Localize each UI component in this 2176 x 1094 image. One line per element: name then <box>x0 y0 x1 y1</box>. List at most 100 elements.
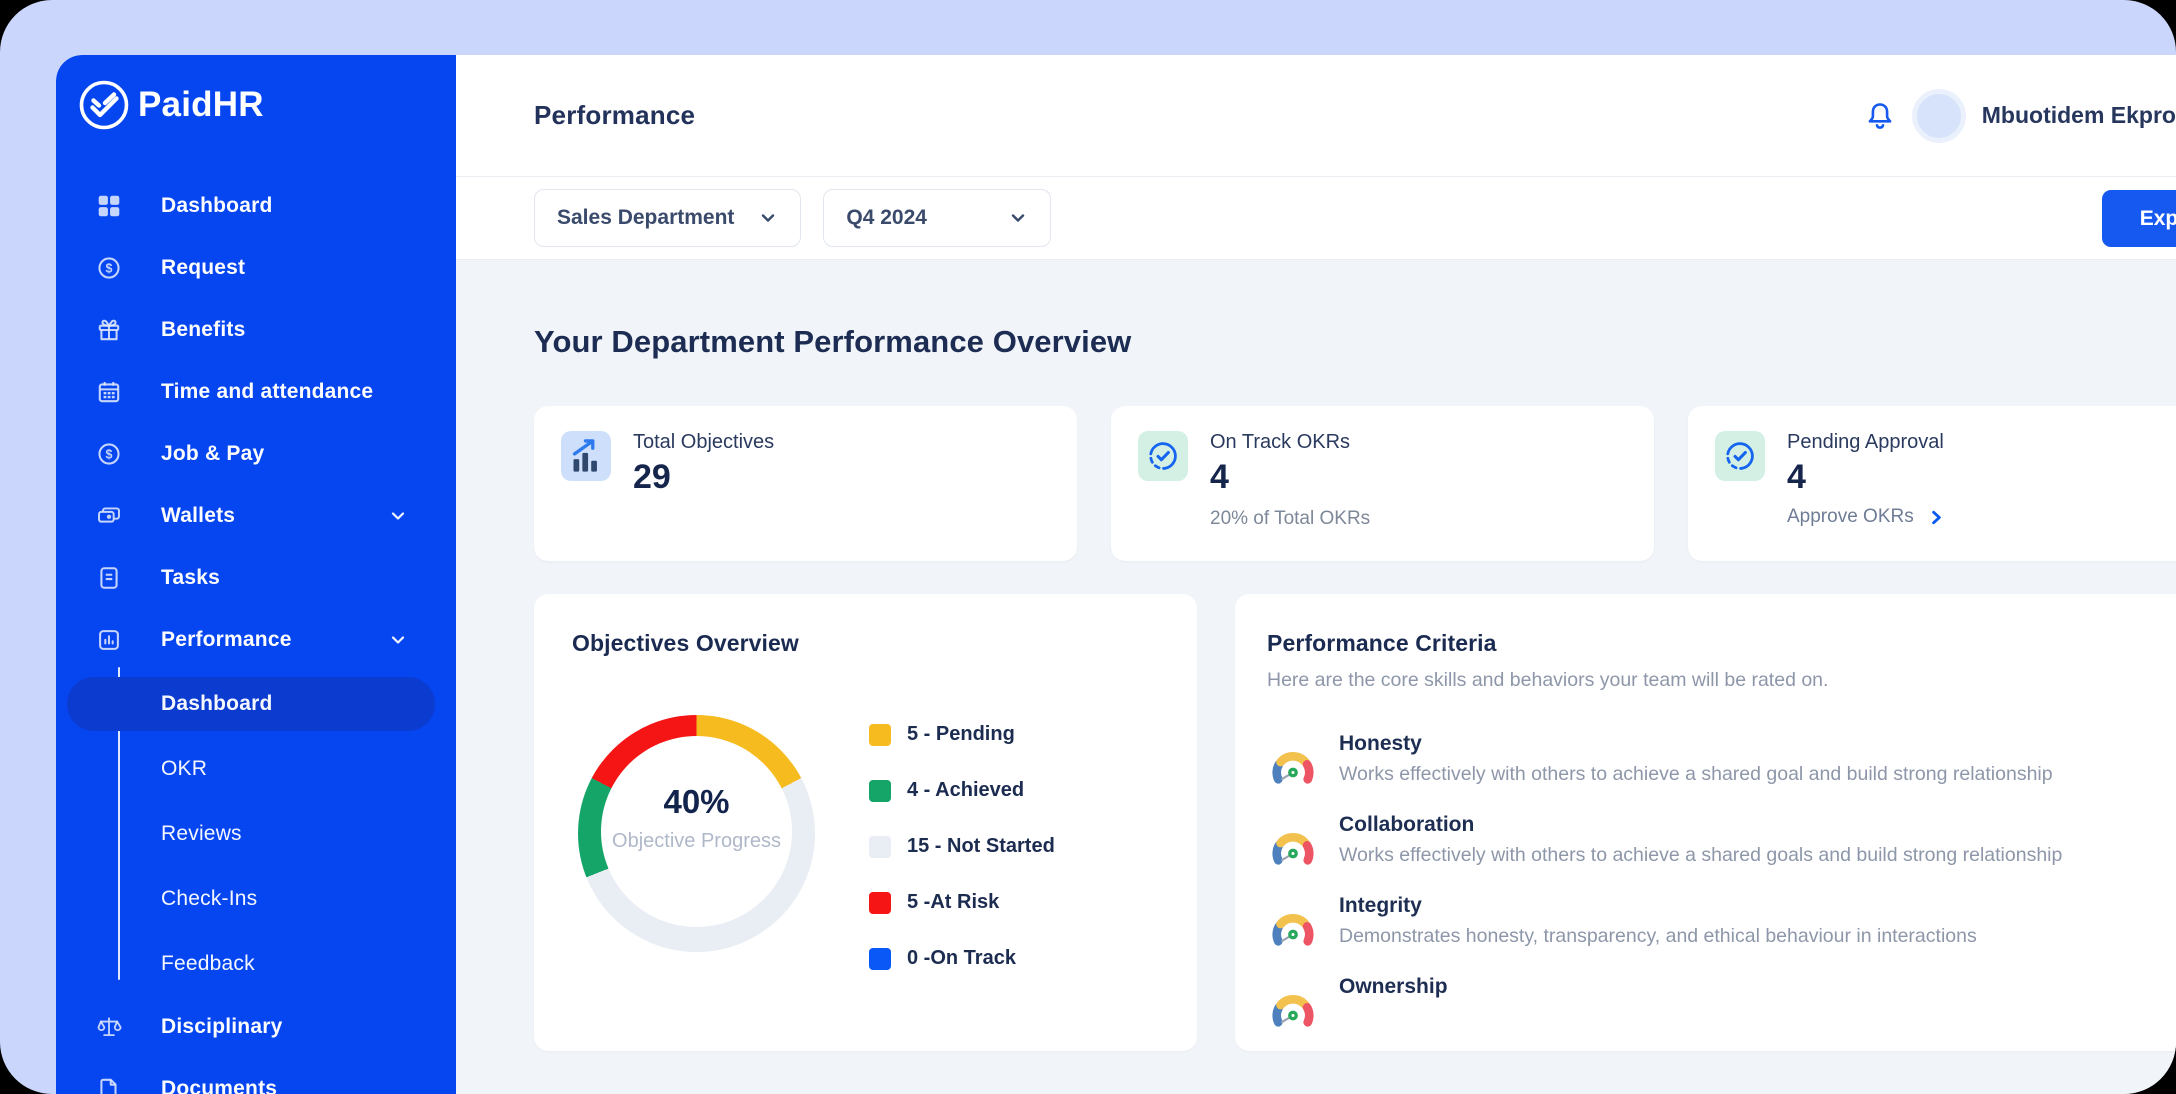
legend-swatch <box>869 723 891 746</box>
legend-item-on-track: 0 -On Track <box>869 947 1055 970</box>
stat-label: Total Objectives <box>633 431 775 453</box>
bar-panel-icon <box>96 627 122 653</box>
subnav-item-reviews[interactable]: Reviews <box>56 801 456 866</box>
sidebar-item-job-pay[interactable]: $ Job & Pay <box>56 423 456 485</box>
stats-row: Total Objectives 29 On Track OKRs 4 20% … <box>534 406 2176 561</box>
legend-swatch <box>869 947 891 970</box>
chevron-right-icon <box>1931 510 1941 524</box>
subnav-item-okr[interactable]: OKR <box>56 736 456 801</box>
criteria-item-collaboration: Collaboration Works effectively with oth… <box>1267 813 2176 867</box>
gauge-icon <box>1267 902 1319 948</box>
criteria-body: Integrity Demonstrates honesty, transpar… <box>1339 894 1977 947</box>
stat-note: 20% of Total OKRs <box>1210 508 1371 529</box>
legend-item-achieved: 4 - Achieved <box>869 779 1055 802</box>
objective-progress-value: 40% <box>663 782 730 820</box>
subnav-item-dashboard[interactable]: Dashboard <box>67 677 435 731</box>
stat-label: On Track OKRs <box>1210 431 1351 453</box>
sidebar-item-wallets[interactable]: Wallets <box>56 485 456 547</box>
stat-value: 29 <box>633 458 671 496</box>
criteria-item-ownership: Ownership <box>1267 975 2176 1029</box>
subnav-item-check-ins[interactable]: Check-Ins <box>56 866 456 931</box>
objectives-chart-row: 40% Objective Progress 5 - Pending 4 - A… <box>572 697 1159 970</box>
chevron-down-icon <box>758 208 778 228</box>
gauge-icon <box>1267 740 1319 786</box>
export-button[interactable]: Export <box>2102 190 2176 247</box>
sidebar-item-benefits[interactable]: Benefits <box>56 299 456 361</box>
legend-item-not-started: 15 - Not Started <box>869 835 1055 858</box>
main-area: Performance Mbuotidem Ekpro Sales Depart… <box>456 55 2176 1094</box>
panels-row: Objectives Overview 40% Objective Progre… <box>534 594 2176 1051</box>
sidebar-nav: Dashboard $ Request Benefits Time and at… <box>56 175 456 1094</box>
scales-icon <box>96 1014 122 1040</box>
criteria-item-integrity: Integrity Demonstrates honesty, transpar… <box>1267 894 2176 948</box>
calendar-icon <box>96 379 122 405</box>
app-window: PaidHR Dashboard $ Request Benefits Time… <box>56 55 2176 1094</box>
notifications-bell-icon[interactable] <box>1864 100 1896 132</box>
paidhr-logo-icon <box>78 79 130 131</box>
sidebar-item-time-attendance[interactable]: Time and attendance <box>56 361 456 423</box>
period-dropdown[interactable]: Q4 2024 <box>823 189 1052 247</box>
sidebar: PaidHR Dashboard $ Request Benefits Time… <box>56 55 456 1094</box>
overview-heading: Your Department Performance Overview <box>534 324 1132 359</box>
dollar-circle-icon: $ <box>96 255 122 281</box>
grid-icon <box>96 193 122 219</box>
objective-progress-label: Objective Progress <box>612 829 781 852</box>
objectives-overview-card: Objectives Overview 40% Objective Progre… <box>534 594 1197 1051</box>
logo: PaidHR <box>56 55 456 131</box>
user-name[interactable]: Mbuotidem Ekpro <box>1982 102 2176 129</box>
objectives-legend: 5 - Pending 4 - Achieved 15 - Not Starte… <box>869 723 1055 970</box>
stat-value: 4 <box>1787 458 1806 496</box>
stat-card-total-objectives: Total Objectives 29 <box>534 406 1077 561</box>
content: Your Department Performance Overview Tot… <box>456 260 2176 1094</box>
user-avatar[interactable] <box>1911 88 1966 143</box>
dollar-circle-icon: $ <box>96 441 122 467</box>
check-badge-icon <box>1715 431 1765 481</box>
logo-text: PaidHR <box>138 85 264 124</box>
sidebar-item-performance[interactable]: Performance <box>56 609 456 671</box>
chevron-down-icon <box>1008 208 1028 228</box>
criteria-body: Ownership <box>1339 975 1448 998</box>
svg-text:$: $ <box>106 448 113 462</box>
performance-subnav: Dashboard OKR Reviews Check-Ins Feedback <box>56 667 456 996</box>
objectives-donut-wrap: 40% Objective Progress <box>578 715 815 952</box>
legend-swatch <box>869 835 891 858</box>
stat-body: Total Objectives 29 <box>633 431 774 497</box>
task-doc-icon <box>96 565 122 591</box>
page-title: Performance <box>534 100 696 130</box>
criteria-body: Collaboration Works effectively with oth… <box>1339 813 2063 866</box>
sidebar-item-disciplinary[interactable]: Disciplinary <box>56 996 456 1058</box>
subnav-item-feedback[interactable]: Feedback <box>56 931 456 996</box>
criteria-list: Honesty Works effectively with others to… <box>1267 732 2176 1029</box>
objectives-title: Objectives Overview <box>572 630 799 656</box>
gift-icon <box>96 317 122 343</box>
department-dropdown[interactable]: Sales Department <box>534 189 802 247</box>
document-icon <box>96 1076 122 1094</box>
filter-bar: Sales Department Q4 2024 Export <box>456 177 2176 260</box>
criteria-body: Honesty Works effectively with others to… <box>1339 732 2053 785</box>
stat-body: Pending Approval 4 Approve OKRs <box>1787 431 1946 528</box>
performance-criteria-card: Performance Criteria Here are the core s… <box>1235 594 2176 1051</box>
legend-item-at-risk: 5 -At Risk <box>869 891 1055 914</box>
legend-swatch <box>869 891 891 914</box>
topbar: Performance Mbuotidem Ekpro <box>456 55 2176 177</box>
legend-item-pending: 5 - Pending <box>869 723 1055 746</box>
donut-center: 40% Objective Progress <box>601 736 792 927</box>
sidebar-item-request[interactable]: $ Request <box>56 237 456 299</box>
criteria-item-honesty: Honesty Works effectively with others to… <box>1267 732 2176 786</box>
criteria-subtitle: Here are the core skills and behaviors y… <box>1267 669 1829 691</box>
stat-label: Pending Approval <box>1787 431 1944 453</box>
check-badge-icon <box>1138 431 1188 481</box>
sidebar-item-tasks[interactable]: Tasks <box>56 547 456 609</box>
topbar-right: Mbuotidem Ekpro <box>1864 88 2176 143</box>
wallet-icon <box>96 503 122 529</box>
stat-body: On Track OKRs 4 20% of Total OKRs <box>1210 431 1370 530</box>
stat-card-on-track-okrs: On Track OKRs 4 20% of Total OKRs <box>1111 406 1654 561</box>
sidebar-item-documents[interactable]: Documents <box>56 1058 456 1094</box>
chevron-down-icon <box>388 630 408 650</box>
approve-okrs-link[interactable]: Approve OKRs <box>1787 506 1946 528</box>
sidebar-item-dashboard[interactable]: Dashboard <box>56 175 456 237</box>
gauge-icon <box>1267 983 1319 1029</box>
gauge-icon <box>1267 821 1319 867</box>
legend-swatch <box>869 779 891 802</box>
criteria-title: Performance Criteria <box>1267 630 1497 656</box>
